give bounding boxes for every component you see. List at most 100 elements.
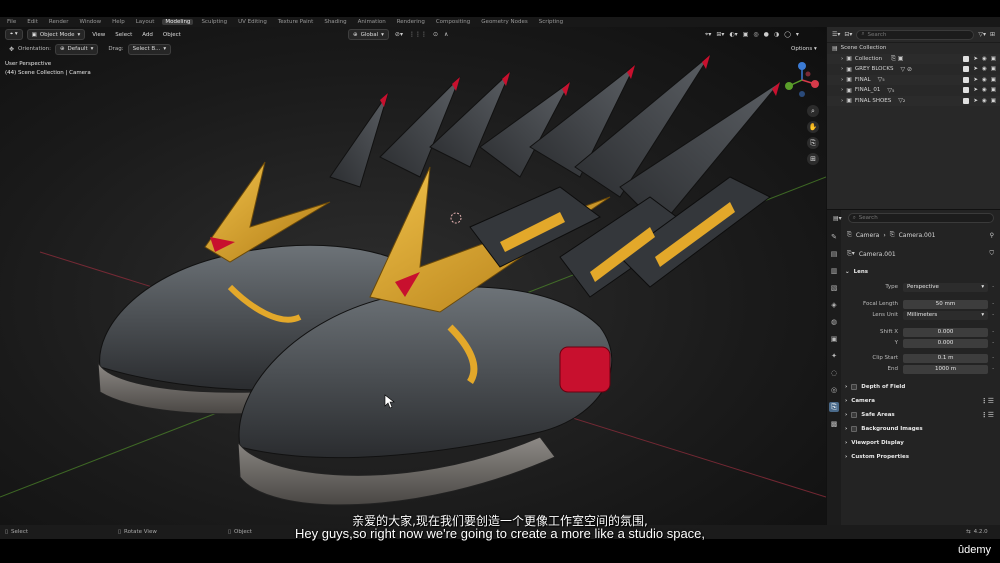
workspace-tab-render[interactable]: Render <box>46 19 72 25</box>
editor-type-button[interactable]: ⌖ ▾ <box>5 29 23 40</box>
output-tab-icon[interactable]: ▥ <box>829 266 839 276</box>
type-dropdown[interactable]: Perspective ▾ <box>903 282 989 292</box>
keyframe-dot-icon[interactable]: · <box>992 301 994 308</box>
select-arrow-icon[interactable]: ➤ <box>973 77 978 83</box>
eye-icon[interactable]: ◉ <box>982 66 987 72</box>
eye-icon[interactable]: ◉ <box>982 56 987 62</box>
tool-tab-icon[interactable]: ✎ <box>829 232 839 242</box>
falloff-icon[interactable]: ∧ <box>444 31 448 38</box>
chevron-right-icon[interactable]: › <box>841 66 843 72</box>
keyframe-dot-icon[interactable]: · <box>992 284 994 291</box>
chevron-right-icon[interactable]: › <box>841 77 843 83</box>
eye-icon[interactable]: ◉ <box>982 77 987 83</box>
safe-areas-checkbox[interactable] <box>851 411 858 418</box>
visibility-icon[interactable]: ⌖▾ <box>705 31 711 39</box>
lens-unit-dropdown[interactable]: Millimeters ▾ <box>903 310 989 320</box>
select-arrow-icon[interactable]: ➤ <box>973 87 978 93</box>
outliner-item-final-shoes[interactable]: › ▣ FINAL SHOES ▽₂ ➤ ◉ ▣ <box>827 95 1000 106</box>
physics-tab-icon[interactable]: ◌ <box>829 368 839 378</box>
include-checkbox[interactable] <box>963 87 970 94</box>
datablock-selector[interactable]: ⎘▾ Camera.001 ⛉ <box>847 249 994 259</box>
camera-render-icon[interactable]: ▣ <box>991 77 996 83</box>
keyframe-dot-icon[interactable]: · <box>992 340 994 347</box>
viewport-display-section[interactable]: › Viewport Display <box>845 437 994 448</box>
lens-section-header[interactable]: ⌄ Lens <box>845 266 994 277</box>
workspace-tab-texture-paint[interactable]: Texture Paint <box>275 19 317 25</box>
outliner-item-final[interactable]: › ▣ FINAL ▽₅ ➤ ◉ ▣ <box>827 74 1000 85</box>
workspace-tab-animation[interactable]: Animation <box>355 19 389 25</box>
render-tab-icon[interactable]: ▤ <box>829 249 839 259</box>
workspace-tab-help[interactable]: Help <box>109 19 128 25</box>
workspace-tab-edit[interactable]: Edit <box>24 19 41 25</box>
chevron-right-icon[interactable]: › <box>841 56 843 62</box>
include-checkbox[interactable] <box>963 76 970 83</box>
focal-length-field[interactable]: 50 mm <box>903 299 989 309</box>
drag-dropdown[interactable]: Select B... ▾ <box>127 43 172 55</box>
shift-x-field[interactable]: 0.000 <box>903 327 989 337</box>
filter-icon[interactable]: ▽▾ <box>978 31 986 38</box>
gizmo-icon[interactable]: ⊞▾ <box>716 31 724 38</box>
safe-areas-section[interactable]: › Safe Areas ⋮☰ <box>845 409 994 420</box>
tool-icon[interactable]: ✥ <box>9 46 14 53</box>
clip-start-field[interactable]: 0.1 m <box>903 353 989 363</box>
include-checkbox[interactable] <box>963 97 970 104</box>
display-mode-icon[interactable]: ⊟▾ <box>844 31 852 38</box>
keyframe-dot-icon[interactable]: · <box>992 329 994 336</box>
pin-icon[interactable]: ⚲ <box>990 232 994 239</box>
workspace-tab-modeling[interactable]: Modeling <box>162 19 194 25</box>
include-checkbox[interactable] <box>963 66 970 73</box>
camera-section[interactable]: › Camera ⋮☰ <box>845 395 994 406</box>
navigation-gizmo[interactable] <box>782 60 822 100</box>
shift-y-field[interactable]: 0.000 <box>903 338 989 348</box>
workspace-tab-layout[interactable]: Layout <box>133 19 158 25</box>
workspace-tab-sculpting[interactable]: Sculpting <box>198 19 230 25</box>
workspace-tab-uv-editing[interactable]: UV Editing <box>235 19 270 25</box>
scene-tab-icon[interactable]: ◈ <box>829 300 839 310</box>
chevron-right-icon[interactable]: › <box>841 87 843 93</box>
list-icon[interactable]: ⋮☰ <box>981 411 994 419</box>
shading-rendered-icon[interactable]: ◯ <box>784 31 791 38</box>
workspace-tab-compositing[interactable]: Compositing <box>433 19 473 25</box>
camera-data-tab-icon[interactable]: ⎘ <box>829 402 839 412</box>
eye-icon[interactable]: ◉ <box>982 87 987 93</box>
workspace-tab-geometry-nodes[interactable]: Geometry Nodes <box>478 19 530 25</box>
new-collection-icon[interactable]: ⊞ <box>990 31 995 38</box>
properties-editor-icon[interactable]: ▤▾ <box>833 215 842 222</box>
keyframe-dot-icon[interactable]: · <box>992 366 994 373</box>
menu-add[interactable]: Add <box>139 32 156 38</box>
world-tab-icon[interactable]: ◍ <box>829 317 839 327</box>
workspace-tab-scripting[interactable]: Scripting <box>536 19 566 25</box>
workspace-tab-file[interactable]: File <box>4 19 19 25</box>
menu-select[interactable]: Select <box>112 32 135 38</box>
modifier-tab-icon[interactable]: ✦ <box>829 351 839 361</box>
select-arrow-icon[interactable]: ➤ <box>973 98 978 104</box>
object-mode-dropdown[interactable]: ▣ Object Mode ▾ <box>26 29 86 40</box>
camera-view-icon[interactable]: ⎘ <box>807 137 819 149</box>
grid-view-icon[interactable]: ⊞ <box>807 153 819 165</box>
xray-icon[interactable]: ▣ <box>743 31 749 38</box>
custom-properties-section[interactable]: › Custom Properties <box>845 451 994 462</box>
camera-render-icon[interactable]: ▣ <box>991 98 996 104</box>
outliner-search-input[interactable]: ⌕ Search <box>856 29 975 40</box>
background-images-section[interactable]: › Background Images <box>845 423 994 434</box>
outliner-item-final-01[interactable]: › ▣ FINAL_01 ▽₅ ➤ ◉ ▣ <box>827 85 1000 96</box>
proportional-edit-icon[interactable]: ⊙ <box>433 31 438 38</box>
shield-icon[interactable]: ⛉ <box>989 250 994 258</box>
menu-view[interactable]: View <box>89 32 108 38</box>
shading-solid-icon[interactable]: ● <box>764 31 769 38</box>
workspace-tab-rendering[interactable]: Rendering <box>394 19 428 25</box>
depth-of-field-section[interactable]: › Depth of Field <box>845 381 994 392</box>
list-icon[interactable]: ⋮☰ <box>981 397 994 405</box>
eye-icon[interactable]: ◉ <box>982 98 987 104</box>
outliner-item-collection[interactable]: › ▣ Collection ⎘ ▣ ➤ ◉ ▣ <box>827 53 1000 64</box>
outliner-root[interactable]: ▤ Scene Collection <box>827 43 1000 54</box>
zoom-icon[interactable]: ⌕ <box>807 105 819 117</box>
workspace-tab-shading[interactable]: Shading <box>321 19 349 25</box>
background-images-checkbox[interactable] <box>851 425 858 432</box>
3d-viewport[interactable]: ⌖ ▾ ▣ Object Mode ▾ View Select Add Obje… <box>0 27 826 525</box>
options-dropdown[interactable]: Options ▾ <box>788 46 820 52</box>
overlay-icon[interactable]: ◐▾ <box>729 31 737 38</box>
pan-hand-icon[interactable]: ✋ <box>807 121 819 133</box>
shading-material-icon[interactable]: ◑ <box>774 31 779 38</box>
select-arrow-icon[interactable]: ➤ <box>973 66 978 72</box>
